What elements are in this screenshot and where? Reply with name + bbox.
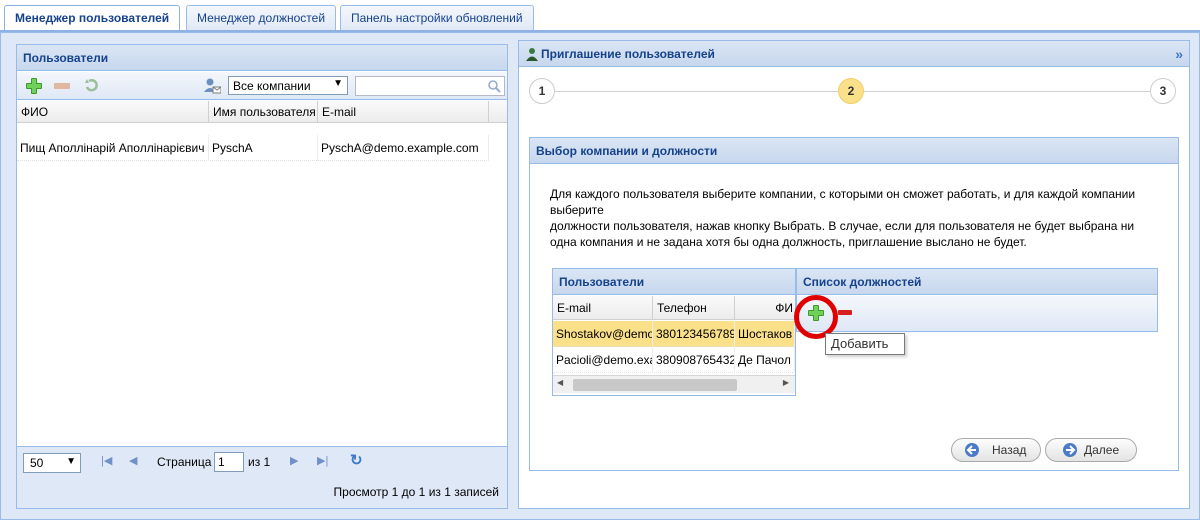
refresh-icon[interactable] bbox=[83, 77, 101, 95]
invite-users-header: E-mail Телефон ФИ bbox=[553, 296, 795, 320]
description-line: одна компания и не задана хотя бы одна д… bbox=[550, 235, 1027, 249]
next-button[interactable]: Далее bbox=[1045, 438, 1137, 462]
table-row[interactable]: Shostakov@demo 380123456789 Шостаков bbox=[553, 321, 795, 347]
chevron-down-icon: ▼ bbox=[333, 78, 343, 89]
cell-email: Shostakov@demo bbox=[553, 321, 653, 347]
tab-user-manager[interactable]: Менеджер пользователей bbox=[4, 5, 181, 33]
back-button-label: Назад bbox=[992, 443, 1027, 457]
next-page-icon[interactable]: ▶ bbox=[290, 454, 298, 467]
table-row[interactable]: Пищ Аполлінарій Аполлінарієвич PyschA Py… bbox=[17, 135, 489, 161]
tab-update-settings[interactable]: Панель настройки обновлений bbox=[340, 5, 534, 32]
table-row[interactable]: Pacioli@demo.exa 380908765432 Де Пачол bbox=[553, 347, 795, 373]
description-line: Для каждого пользователя выберите компан… bbox=[550, 187, 1136, 201]
add-user-icon[interactable] bbox=[25, 77, 43, 95]
remove-position-icon[interactable] bbox=[837, 304, 853, 322]
invite-user-icon[interactable] bbox=[203, 77, 221, 95]
column-header-email[interactable]: E-mail bbox=[553, 296, 653, 320]
back-button[interactable]: Назад bbox=[951, 438, 1041, 462]
page-size-value: 50 bbox=[30, 456, 44, 470]
cell-email: PyschA@demo.example.com bbox=[318, 135, 489, 161]
users-pager: 50 ▼ |◀ ◀ Страница 1 из 1 ▶ ▶| ↻ Просмот… bbox=[17, 446, 507, 508]
positions-panel: Список должностей bbox=[796, 268, 1158, 332]
search-icon bbox=[488, 80, 501, 93]
add-tooltip: Добавить bbox=[825, 333, 905, 355]
tab-bar: Менеджер пользователей Менеджер должност… bbox=[0, 0, 1200, 33]
invite-users-title: Пользователи bbox=[553, 269, 795, 295]
users-panel-title: Пользователи bbox=[17, 45, 507, 71]
column-header-fio[interactable]: ФИО bbox=[17, 101, 209, 123]
app-root: Менеджер пользователей Менеджер должност… bbox=[0, 0, 1200, 520]
scrollbar-thumb[interactable] bbox=[573, 379, 737, 391]
scroll-right-icon[interactable]: ▶ bbox=[783, 378, 789, 387]
cell-fio: Пищ Аполлінарій Аполлінарієвич bbox=[17, 135, 209, 161]
horizontal-scrollbar[interactable]: ◀ ▶ bbox=[553, 375, 795, 393]
page-size-select[interactable]: 50 ▼ bbox=[23, 453, 81, 473]
column-header-username[interactable]: Имя пользователя bbox=[209, 101, 318, 123]
positions-title: Список должностей bbox=[797, 269, 1157, 295]
chevron-down-icon: ▼ bbox=[66, 456, 76, 467]
page-number-input[interactable]: 1 bbox=[214, 452, 244, 472]
users-toolbar: Все компании ▼ bbox=[17, 72, 507, 100]
page-count-label: из 1 bbox=[248, 455, 271, 469]
step-3[interactable]: 3 bbox=[1150, 78, 1176, 104]
cell-phone: 380908765432 bbox=[653, 347, 735, 373]
section-title: Выбор компании и должности bbox=[530, 138, 1178, 164]
step-2[interactable]: 2 bbox=[838, 78, 864, 104]
cell-fio: Шостаков bbox=[735, 321, 795, 347]
scroll-left-icon[interactable]: ◀ bbox=[557, 378, 563, 387]
column-header-email[interactable]: E-mail bbox=[318, 101, 489, 123]
company-filter-value: Все компании bbox=[233, 79, 311, 93]
first-page-icon[interactable]: |◀ bbox=[101, 454, 112, 467]
cell-email: Pacioli@demo.exa bbox=[553, 347, 653, 373]
remove-user-icon[interactable] bbox=[53, 77, 71, 95]
cell-fio: Де Пачол bbox=[735, 347, 795, 373]
cell-phone: 380123456789 bbox=[653, 321, 735, 347]
tab-position-manager[interactable]: Менеджер должностей bbox=[186, 5, 337, 32]
prev-page-icon[interactable]: ◀ bbox=[129, 454, 137, 467]
search-input[interactable] bbox=[355, 76, 505, 96]
invite-panel-title: Приглашение пользователей bbox=[541, 47, 715, 61]
pager-summary: Просмотр 1 до 1 из 1 записей bbox=[333, 485, 499, 499]
company-filter-select[interactable]: Все компании ▼ bbox=[228, 76, 348, 95]
description-line: выберите bbox=[550, 203, 604, 217]
next-button-label: Далее bbox=[1084, 443, 1120, 457]
last-page-icon[interactable]: ▶| bbox=[317, 454, 328, 467]
column-header-fio[interactable]: ФИ bbox=[735, 296, 795, 320]
arrow-left-icon bbox=[965, 443, 979, 457]
arrow-right-icon bbox=[1063, 443, 1077, 457]
cell-username: PyschA bbox=[209, 135, 318, 161]
description-line: должности пользователя, нажав кнопку Выб… bbox=[550, 219, 1135, 233]
step-1[interactable]: 1 bbox=[529, 78, 555, 104]
positions-toolbar bbox=[797, 296, 1157, 331]
invite-users-grid: Пользователи E-mail Телефон ФИ Shostakov… bbox=[552, 268, 796, 396]
user-invite-icon bbox=[526, 48, 538, 61]
reload-icon[interactable]: ↻ bbox=[350, 451, 363, 469]
invite-panel-header: Приглашение пользователей » bbox=[519, 41, 1189, 67]
users-panel: Пользователи Все компании ▼ ФИО Имя поль… bbox=[16, 44, 508, 509]
column-header-phone[interactable]: Телефон bbox=[653, 296, 735, 320]
collapse-icon[interactable]: » bbox=[1175, 41, 1183, 67]
section-description: Для каждого пользователя выберите компан… bbox=[550, 186, 1135, 250]
invite-panel: Приглашение пользователей » 1 2 3 Выбор … bbox=[518, 40, 1190, 509]
company-position-section: Выбор компании и должности Для каждого п… bbox=[529, 137, 1179, 471]
users-grid-header: ФИО Имя пользователя E-mail bbox=[17, 101, 507, 123]
page-label: Страница bbox=[157, 455, 212, 469]
